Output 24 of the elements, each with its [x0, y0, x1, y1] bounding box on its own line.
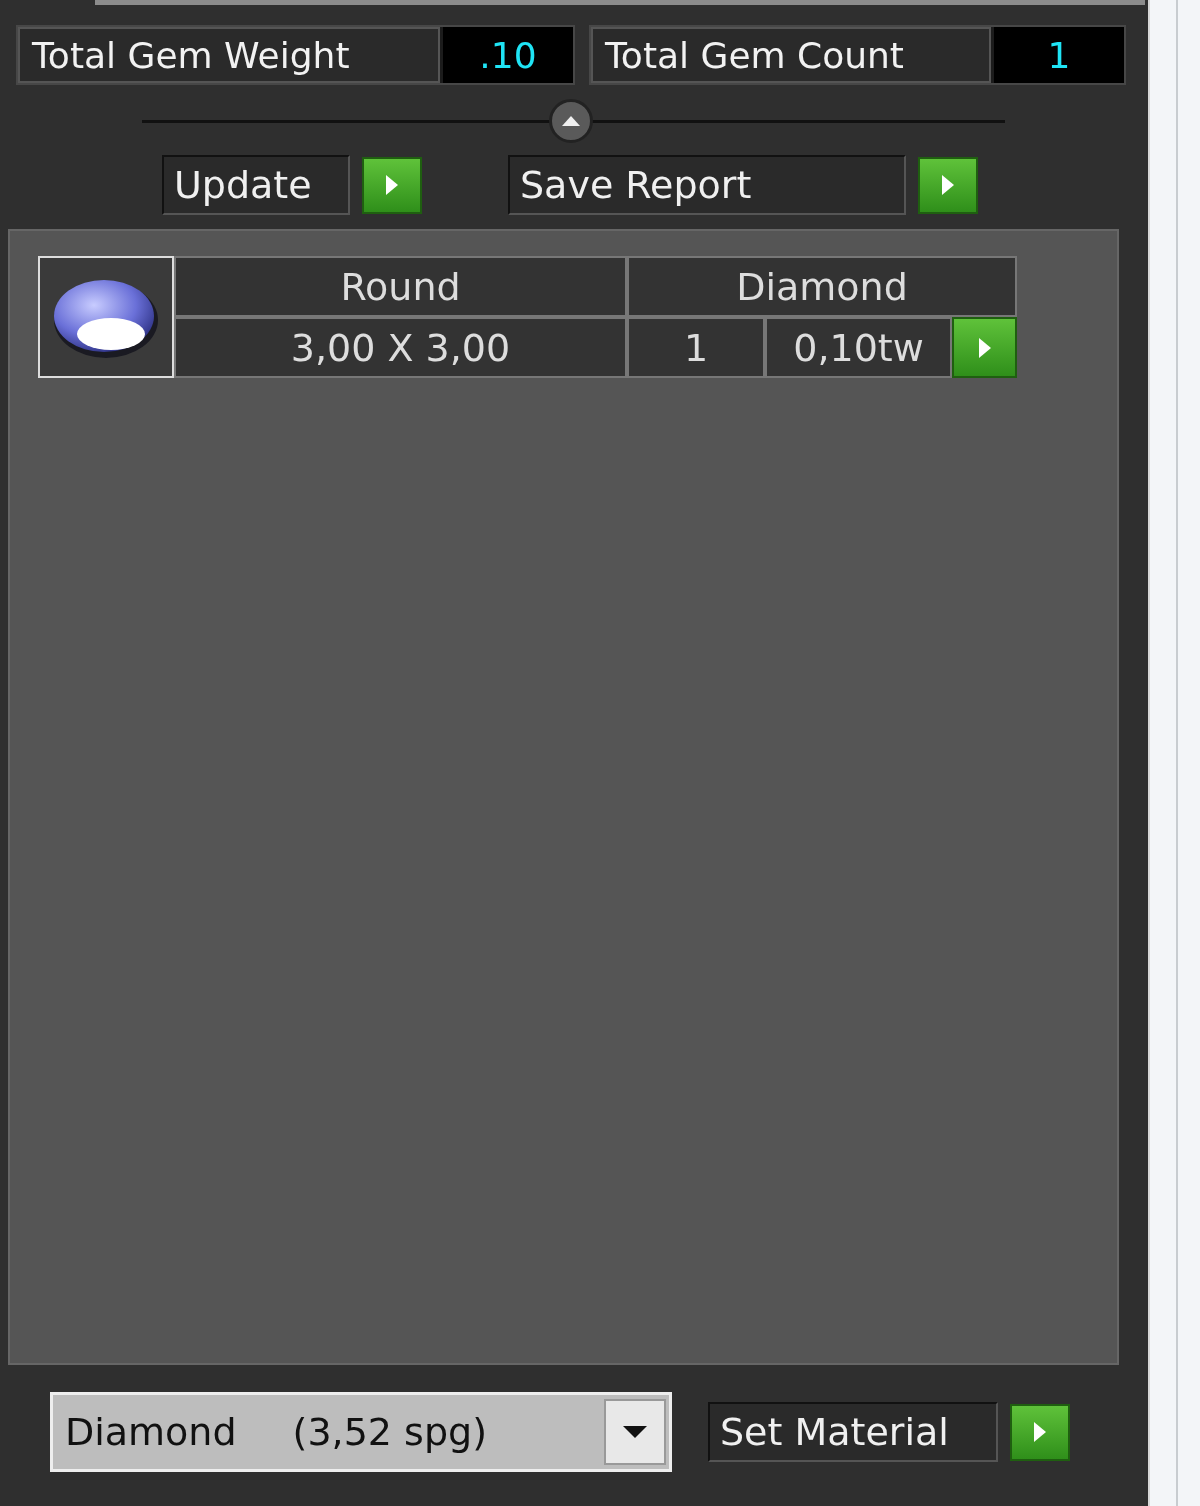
action-label: Set Material	[708, 1402, 998, 1462]
go-button[interactable]	[918, 156, 978, 214]
weight-cell: 0,10tw	[765, 317, 952, 378]
caret-icon	[562, 116, 580, 126]
collapse-button[interactable]	[549, 99, 593, 143]
caret-icon	[623, 1426, 647, 1438]
material-cell: Diamond	[627, 256, 1017, 317]
size-cell: 3,00 X 3,00	[174, 317, 627, 378]
stat-value: 1	[994, 27, 1124, 83]
action-label: Save Report	[508, 155, 906, 215]
play-icon	[1033, 1421, 1047, 1443]
go-button[interactable]	[362, 156, 422, 214]
stat-value: .10	[443, 27, 573, 83]
play-icon	[977, 336, 992, 359]
action-label: Update	[162, 155, 350, 215]
material-dropdown[interactable]: Diamond (3,52 spg)	[50, 1392, 672, 1472]
go-button[interactable]	[1010, 1403, 1070, 1461]
stat-label: Total Gem Count	[591, 27, 991, 83]
play-icon	[385, 174, 399, 196]
play-icon	[941, 174, 955, 196]
go-button[interactable]	[952, 317, 1017, 378]
stat-label: Total Gem Weight	[18, 27, 440, 83]
count-cell: 1	[627, 317, 765, 378]
shape-cell: Round	[174, 256, 627, 317]
